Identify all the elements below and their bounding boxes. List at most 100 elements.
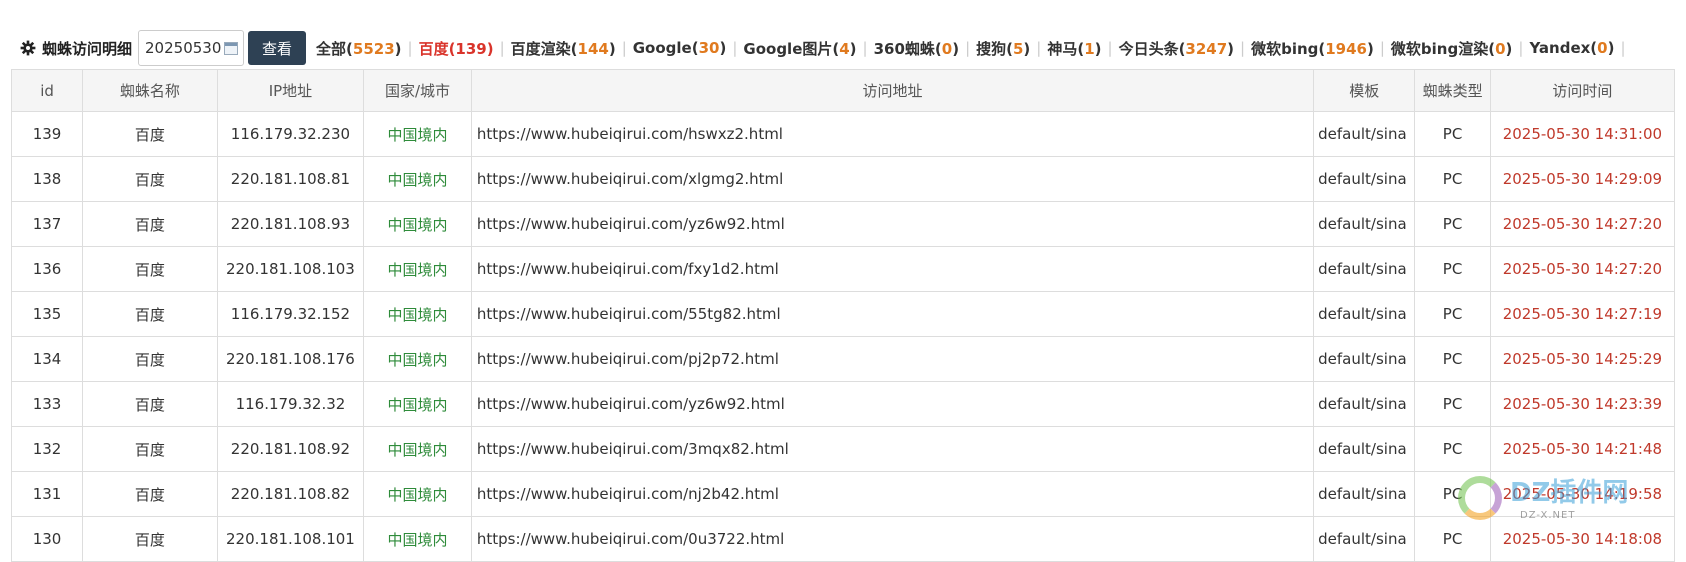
cell-url[interactable]: https://www.hubeiqirui.com/0u3722.html	[470, 516, 1315, 562]
cell-visit-time: 2025-05-30 14:31:00	[1489, 111, 1676, 157]
filter-suffix: )	[1094, 39, 1102, 58]
filter-divider: |	[1518, 39, 1524, 57]
cell-visit-time: 2025-05-30 14:27:19	[1489, 291, 1676, 337]
cell-template: default/sina	[1313, 516, 1416, 562]
filter-link[interactable]: 微软bing渲染(0)	[1391, 38, 1512, 59]
cell-url[interactable]: https://www.hubeiqirui.com/3mqx82.html	[470, 426, 1315, 472]
filter-label: 神马(	[1047, 39, 1085, 58]
filter-label: 搜狗(	[976, 39, 1013, 58]
cell-spider-type: PC	[1414, 111, 1491, 157]
cell-id: 135	[10, 291, 84, 337]
cell-template: default/sina	[1313, 156, 1416, 202]
col-header-spider-type: 蜘蛛类型	[1414, 69, 1491, 112]
filter-link[interactable]: 搜狗(5)	[976, 38, 1030, 59]
cell-url[interactable]: https://www.hubeiqirui.com/yz6w92.html	[470, 201, 1315, 247]
cell-template: default/sina	[1313, 471, 1416, 517]
view-button[interactable]: 查看	[248, 31, 307, 65]
filter-count: 139	[455, 39, 487, 58]
cell-country-city: 中国境内	[363, 381, 472, 427]
cell-country-city: 中国境内	[363, 426, 472, 472]
col-header-country-city: 国家/城市	[363, 69, 472, 112]
filter-divider: |	[1107, 39, 1113, 57]
cell-spider-name: 百度	[82, 111, 218, 157]
cell-visit-time: 2025-05-30 14:25:29	[1489, 336, 1676, 382]
table-row: 132 百度 220.181.108.92 中国境内 https://www.hubei…	[10, 426, 1676, 472]
cell-country-city: 中国境内	[363, 516, 472, 562]
filter-link[interactable]: 百度(139)	[419, 38, 494, 59]
cell-id: 137	[10, 201, 84, 247]
col-header-visit-time: 访问时间	[1489, 69, 1676, 112]
table-row: 138 百度 220.181.108.81 中国境内 https://www.hubei…	[10, 156, 1676, 202]
cell-spider-name: 百度	[82, 246, 218, 292]
cell-country-city: 中国境内	[363, 156, 472, 202]
cell-id: 138	[10, 156, 84, 202]
cell-spider-type: PC	[1414, 291, 1491, 337]
filter-divider: |	[1036, 39, 1042, 57]
filter-suffix: )	[394, 39, 402, 58]
filter-label: Google图片(	[743, 39, 840, 58]
cell-template: default/sina	[1313, 111, 1416, 157]
filter-link[interactable]: 360蜘蛛(0)	[874, 38, 959, 59]
spider-filter-bar: 全部(5523) | 百度(139) | 百度渲染(144) | Google(30) | Go…	[316, 38, 1632, 59]
filter-divider: |	[1240, 39, 1246, 57]
filter-suffix: )	[608, 39, 616, 58]
cell-visit-time: 2025-05-30 14:21:48	[1489, 426, 1676, 472]
filter-count: 0	[1597, 39, 1608, 57]
filter-label: 百度(	[418, 39, 456, 58]
cell-visit-time: 2025-05-30 14:19:58	[1489, 471, 1676, 517]
filter-suffix: )	[719, 39, 727, 57]
cell-spider-name: 百度	[82, 426, 218, 472]
filter-link[interactable]: 微软bing(1946)	[1251, 38, 1374, 59]
filter-link[interactable]: Google(30)	[633, 39, 727, 57]
filter-divider: |	[621, 39, 627, 57]
filter-label: 微软bing渲染(	[1390, 39, 1496, 58]
cell-ip: 116.179.32.32	[216, 381, 365, 427]
cell-template: default/sina	[1313, 381, 1416, 427]
filter-suffix: )	[486, 39, 494, 58]
date-value: 20250530	[145, 39, 222, 57]
cell-country-city: 中国境内	[363, 291, 472, 337]
cell-url[interactable]: https://www.hubeiqirui.com/nj2b42.html	[470, 471, 1315, 517]
cell-visit-time: 2025-05-30 14:29:09	[1489, 156, 1676, 202]
cell-url[interactable]: https://www.hubeiqirui.com/xlgmg2.html	[470, 156, 1315, 202]
table-row: 135 百度 116.179.32.152 中国境内 https://www.hubei…	[10, 291, 1676, 337]
cell-ip: 220.181.108.82	[216, 471, 365, 517]
cell-url[interactable]: https://www.hubeiqirui.com/fxy1d2.html	[470, 246, 1315, 292]
cell-template: default/sina	[1313, 426, 1416, 472]
cell-url[interactable]: https://www.hubeiqirui.com/yz6w92.html	[470, 381, 1315, 427]
filter-link[interactable]: Yandex(0)	[1529, 39, 1614, 57]
cell-spider-type: PC	[1414, 381, 1491, 427]
spider-log-table: id 蜘蛛名称 IP地址 国家/城市 访问地址 模板 蜘蛛类型 访问时间 139…	[10, 69, 1676, 562]
date-input[interactable]: 20250530	[138, 30, 245, 66]
cell-spider-name: 百度	[82, 291, 218, 337]
cell-country-city: 中国境内	[363, 246, 472, 292]
cell-url[interactable]: https://www.hubeiqirui.com/55tg82.html	[470, 291, 1315, 337]
page-title: 蜘蛛访问明细	[42, 39, 133, 58]
table-row: 137 百度 220.181.108.93 中国境内 https://www.hubei…	[10, 201, 1676, 247]
cell-ip: 116.179.32.230	[216, 111, 365, 157]
cell-id: 130	[10, 516, 84, 562]
cell-ip: 220.181.108.103	[216, 246, 365, 292]
table-row: 133 百度 116.179.32.32 中国境内 https://www.hubeiq…	[10, 381, 1676, 427]
cell-ip: 220.181.108.81	[216, 156, 365, 202]
calendar-icon[interactable]	[224, 42, 239, 55]
filter-link[interactable]: 神马(1)	[1047, 38, 1101, 59]
filter-divider: |	[1620, 39, 1626, 57]
filter-divider: |	[407, 39, 413, 57]
filter-link[interactable]: 全部(5523)	[316, 38, 401, 59]
cell-url[interactable]: https://www.hubeiqirui.com/pj2p72.html	[470, 336, 1315, 382]
filter-label: Google(	[632, 39, 699, 57]
cell-url[interactable]: https://www.hubeiqirui.com/hswxz2.html	[470, 111, 1315, 157]
filter-link[interactable]: 百度渲染(144)	[511, 38, 616, 59]
filter-link[interactable]: 今日头条(3247)	[1119, 38, 1234, 59]
cell-ip: 220.181.108.92	[216, 426, 365, 472]
filter-link[interactable]: Google图片(4)	[743, 38, 856, 59]
cell-template: default/sina	[1313, 246, 1416, 292]
filter-label: 今日头条(	[1118, 39, 1186, 58]
cell-template: default/sina	[1313, 291, 1416, 337]
filter-suffix: )	[1505, 39, 1513, 58]
table-row: 131 百度 220.181.108.82 中国境内 https://www.hubei…	[10, 471, 1676, 517]
table-row: 136 百度 220.181.108.103 中国境内 https://www.hube…	[10, 246, 1676, 292]
filter-divider: |	[1379, 39, 1385, 57]
cell-ip: 220.181.108.176	[216, 336, 365, 382]
